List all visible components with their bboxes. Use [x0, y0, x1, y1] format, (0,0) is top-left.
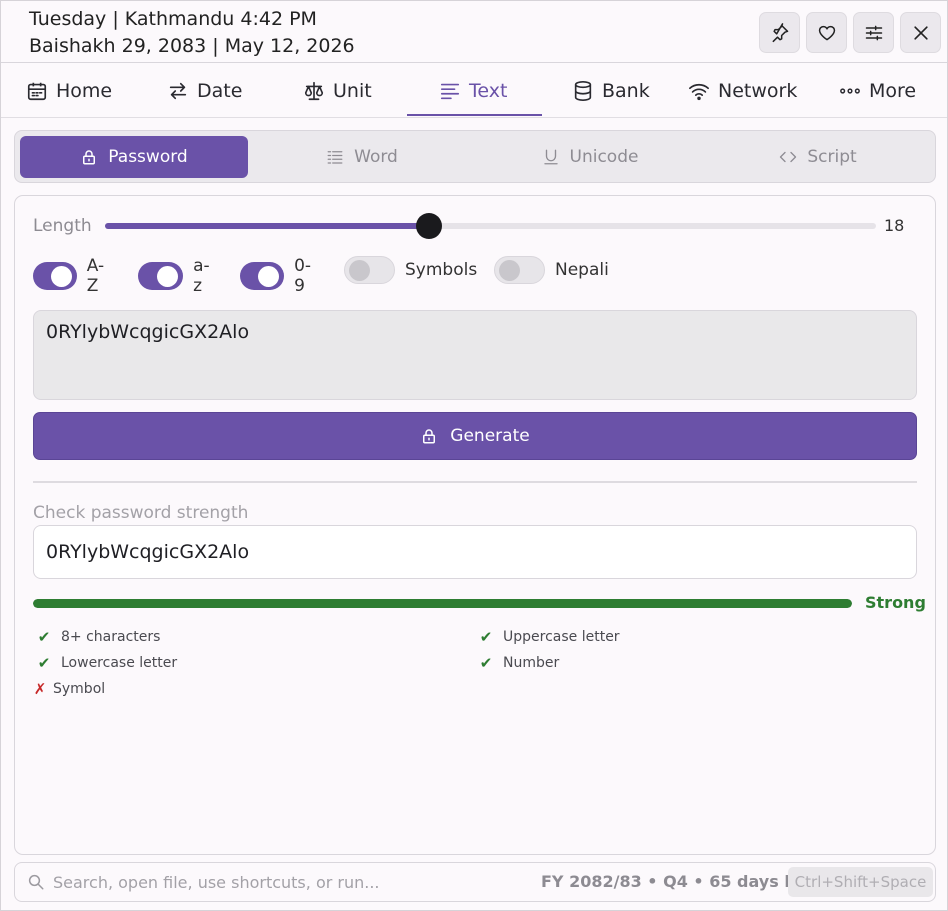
- tab-home-label: Home: [56, 80, 113, 102]
- dots-icon: [840, 88, 860, 94]
- settings-button[interactable]: [853, 12, 894, 53]
- database-icon: [574, 81, 592, 101]
- header-time: Tuesday | Kathmandu 4:42 PM: [29, 8, 317, 30]
- scale-icon: [304, 81, 324, 101]
- sliders-icon: [865, 25, 882, 40]
- criterion-lowercase-label: Lowercase letter: [61, 655, 178, 671]
- underline-u-icon: [543, 149, 558, 165]
- toggle-digits-switch[interactable]: [240, 262, 285, 290]
- tab-more[interactable]: More: [839, 64, 916, 118]
- check-icon: ✔: [37, 628, 51, 646]
- calendar-icon: [27, 82, 47, 101]
- tab-bank[interactable]: Bank: [572, 64, 650, 118]
- shortcut-hint: Ctrl+Shift+Space: [788, 867, 933, 897]
- generated-password-output[interactable]: 0RYlybWcqgicGX2Alo: [33, 310, 917, 400]
- command-search-input[interactable]: [53, 868, 493, 896]
- criterion-number-label: Number: [503, 655, 560, 671]
- toggle-nepali-label: Nepali: [555, 260, 609, 280]
- favorite-button[interactable]: [806, 12, 847, 53]
- criterion-uppercase: ✔ Uppercase letter: [477, 628, 620, 646]
- subtab-word-label: Word: [354, 147, 398, 167]
- strength-meter-fill: [33, 599, 852, 608]
- length-slider-fill: [105, 223, 429, 229]
- tab-unit[interactable]: Unit: [303, 64, 372, 118]
- toggle-digits-label: 0-9: [294, 256, 312, 296]
- text-subtabs: Password Word Unicode Script: [14, 130, 936, 183]
- subtab-password-label: Password: [108, 147, 188, 167]
- pin-icon: [772, 22, 788, 42]
- text-lines-icon: [440, 83, 460, 100]
- toggle-symbols-switch[interactable]: [344, 256, 395, 284]
- tab-home[interactable]: Home: [26, 64, 112, 118]
- app-window: Tuesday | Kathmandu 4:42 PM Baishakh 29,…: [0, 0, 948, 911]
- criterion-symbol-label: Symbol: [53, 681, 106, 697]
- tab-network-label: Network: [718, 80, 798, 102]
- tab-unit-label: Unit: [333, 80, 372, 102]
- tab-bank-label: Bank: [602, 80, 650, 102]
- pin-button[interactable]: [759, 12, 800, 53]
- toggle-digits[interactable]: 0-9: [240, 256, 318, 296]
- toggle-uppercase-label: A-Z: [86, 256, 105, 296]
- subtab-script-label: Script: [807, 147, 857, 167]
- lock-icon: [83, 150, 96, 165]
- tab-more-label: More: [869, 80, 917, 102]
- length-slider-thumb[interactable]: [415, 213, 442, 239]
- length-value: 18: [884, 216, 905, 235]
- cross-icon: ✗: [33, 680, 47, 698]
- header-dates: Baishakh 29, 2083 | May 12, 2026: [29, 35, 355, 57]
- check-icon: ✔: [479, 628, 493, 646]
- search-icon: [28, 874, 44, 890]
- check-icon: ✔: [37, 654, 51, 672]
- length-label: Length: [33, 216, 92, 236]
- toggle-symbols-label: Symbols: [405, 260, 478, 280]
- tab-date-label: Date: [197, 80, 243, 102]
- lock-icon: [423, 429, 436, 444]
- generate-button-label: Generate: [450, 426, 530, 446]
- tab-text[interactable]: Text: [439, 64, 507, 118]
- password-panel: Length 18 A-Z a-z 0-9 Symbols Nepali 0RY…: [14, 195, 936, 855]
- toggle-lowercase-switch[interactable]: [138, 262, 184, 290]
- wifi-icon: [689, 83, 709, 101]
- strength-meter: [33, 599, 852, 608]
- toggle-lowercase[interactable]: a-z: [138, 256, 216, 296]
- toggle-symbols[interactable]: Symbols: [344, 256, 477, 284]
- strength-check-input[interactable]: 0RYlybWcqgicGX2Alo: [33, 525, 917, 579]
- criterion-lowercase: ✔ Lowercase letter: [35, 654, 177, 672]
- criterion-uppercase-label: Uppercase letter: [503, 629, 620, 645]
- toggle-uppercase[interactable]: A-Z: [33, 256, 111, 296]
- subtab-unicode-label: Unicode: [569, 147, 639, 167]
- swap-icon: [169, 82, 187, 100]
- criterion-length: ✔ 8+ characters: [35, 628, 161, 646]
- strength-level-label: Strong: [865, 593, 926, 612]
- subtab-word[interactable]: Word: [248, 136, 476, 178]
- check-icon: ✔: [479, 654, 493, 672]
- list-icon: [327, 151, 343, 164]
- subtab-password[interactable]: Password: [20, 136, 248, 178]
- generate-button[interactable]: Generate: [33, 412, 917, 460]
- toggle-lowercase-label: a-z: [193, 256, 210, 296]
- toggle-nepali[interactable]: Nepali: [494, 256, 609, 284]
- criterion-number: ✔ Number: [477, 654, 560, 672]
- tab-network[interactable]: Network: [688, 64, 797, 118]
- command-bar: FY 2082/83 • Q4 • 65 days left Ctrl+Shif…: [14, 862, 936, 902]
- active-tab-indicator: [407, 114, 542, 116]
- subtab-script[interactable]: Script: [704, 136, 932, 178]
- close-icon: [913, 25, 928, 40]
- toggle-uppercase-switch[interactable]: [33, 262, 77, 290]
- tab-text-label: Text: [469, 80, 508, 102]
- toggle-nepali-switch[interactable]: [494, 256, 545, 284]
- title-bar: Tuesday | Kathmandu 4:42 PM Baishakh 29,…: [1, 1, 947, 63]
- main-nav: Home Date Unit Text Bank Network More: [1, 64, 947, 118]
- criterion-length-label: 8+ characters: [61, 629, 161, 645]
- section-divider: [33, 481, 917, 483]
- close-button[interactable]: [900, 12, 941, 53]
- fiscal-year-info: FY 2082/83 • Q4 • 65 days left: [541, 872, 816, 891]
- subtab-unicode[interactable]: Unicode: [476, 136, 704, 178]
- length-slider[interactable]: [105, 213, 876, 239]
- code-icon: [780, 151, 797, 163]
- tab-date[interactable]: Date: [167, 64, 242, 118]
- heart-icon: [818, 25, 835, 40]
- criterion-symbol: ✗ Symbol: [31, 680, 105, 698]
- strength-check-label: Check password strength: [33, 503, 249, 523]
